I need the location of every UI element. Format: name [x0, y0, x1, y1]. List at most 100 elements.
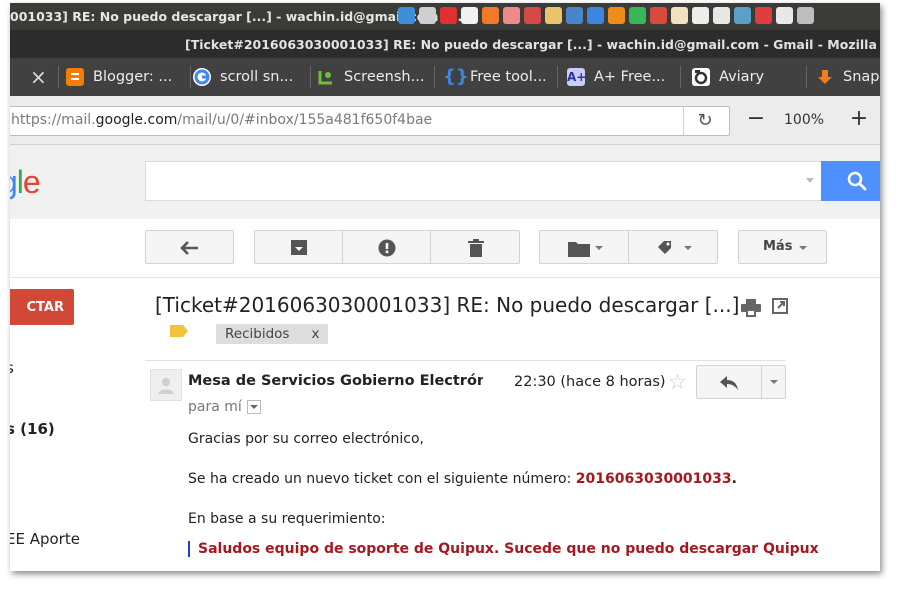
screenshot-frame: 001033] RE: No puedo descargar [...] - w… — [10, 3, 880, 571]
quoted-text: Saludos equipo de soporte de Quipux. Suc… — [188, 541, 819, 557]
reply-button[interactable] — [696, 365, 786, 399]
window-title-bar: [Ticket#2016063030001033] RE: No puedo d… — [10, 30, 880, 58]
tab-snap[interactable]: Snap — [816, 58, 879, 96]
aviary-icon — [692, 68, 710, 86]
url-text: https://mail.google.com/mail/u/0/#inbox/… — [11, 112, 433, 128]
app-icon-7[interactable] — [524, 7, 541, 24]
recipient: para mí — [188, 399, 242, 415]
body-requirement: En base a su requerimiento: — [188, 511, 386, 527]
app-icon-6[interactable] — [503, 7, 520, 24]
app-icon-13[interactable] — [650, 7, 667, 24]
app-icon-5[interactable] — [482, 7, 499, 24]
tab-scroll[interactable]: scroll sn... — [193, 58, 293, 96]
app-icon-10[interactable] — [587, 7, 604, 24]
app-icon-11[interactable] — [608, 7, 625, 24]
caret-down-icon — [595, 246, 603, 250]
trash-icon — [468, 239, 484, 257]
wifi-icon[interactable] — [776, 7, 793, 24]
tab-current[interactable]: × — [10, 58, 58, 96]
star-icon[interactable]: ☆ — [668, 370, 687, 394]
download-icon — [816, 68, 834, 86]
zoom-level[interactable]: 100% — [784, 112, 824, 128]
tab-label: scroll sn... — [220, 69, 294, 85]
tab-label: Free tool... — [470, 69, 547, 85]
sidebar-item-unread[interactable]: s (16) — [10, 420, 55, 438]
ticket-number: 2016063030001033 — [575, 471, 732, 487]
email-subject: [Ticket#2016063030001033] RE: No puedo d… — [155, 293, 740, 317]
tab-label: Snap — [843, 69, 880, 85]
reload-icon[interactable]: ↻ — [683, 107, 726, 135]
avatar[interactable] — [150, 369, 182, 401]
sender-name[interactable]: Mesa de Servicios Gobierno Electrónico — [188, 373, 483, 389]
volume-icon[interactable] — [797, 7, 814, 24]
app-icon-1[interactable] — [398, 7, 415, 24]
app-icon-9[interactable] — [566, 7, 583, 24]
body-greeting: Gracias por su correo electrónico, — [188, 431, 425, 447]
folder-icon — [568, 242, 590, 257]
app-icon-16[interactable] — [713, 7, 730, 24]
url-bar[interactable]: https://mail.google.com/mail/u/0/#inbox/… — [10, 106, 730, 136]
tab-aplus[interactable]: A+ A+ Free... — [567, 58, 665, 96]
search-options-caret[interactable] — [806, 178, 814, 183]
caret-down-icon — [799, 246, 807, 250]
more-button[interactable]: Más — [738, 230, 827, 264]
app-icon-12[interactable] — [629, 7, 646, 24]
google-icon — [193, 68, 211, 86]
report-spam-button[interactable] — [342, 230, 431, 264]
tab-blogger[interactable]: Blogger: ... — [66, 58, 172, 96]
back-to-inbox-button[interactable] — [145, 230, 234, 264]
archive-icon — [291, 240, 307, 255]
app-icon-17[interactable] — [734, 7, 751, 24]
app-icon-15[interactable] — [692, 7, 709, 24]
brackets-icon: {} — [443, 66, 469, 87]
labels-button[interactable] — [628, 230, 718, 264]
new-window-icon[interactable] — [772, 298, 788, 314]
tab-label: Aviary — [719, 69, 765, 85]
system-tray — [398, 7, 814, 27]
archive-button[interactable] — [254, 230, 343, 264]
tab-screenshot[interactable]: Screensh... — [317, 58, 424, 96]
reply-icon — [720, 376, 738, 390]
os-window-title: 001033] RE: No puedo descargar [...] - w… — [10, 9, 463, 24]
aplus-icon: A+ — [567, 68, 587, 86]
back-arrow-icon — [180, 241, 198, 255]
search-icon — [847, 171, 867, 191]
show-details-dropdown[interactable] — [247, 400, 261, 414]
window-title: [Ticket#2016063030001033] RE: No puedo d… — [185, 37, 880, 52]
remove-label-button[interactable]: x — [311, 326, 319, 342]
spam-icon — [378, 239, 396, 257]
sidebar-item-label[interactable]: EE Aporte — [10, 530, 80, 548]
zoom-out-button[interactable]: − — [745, 108, 767, 132]
label-tag-icon[interactable] — [170, 325, 188, 337]
app-icon-8[interactable] — [545, 7, 562, 24]
compose-button[interactable]: CTAR — [10, 289, 74, 325]
person-icon — [158, 378, 174, 394]
search-input[interactable] — [145, 161, 823, 201]
google-logo[interactable]: gle — [10, 164, 41, 201]
app-icon-4[interactable] — [461, 7, 478, 24]
zoom-in-button[interactable]: + — [848, 106, 870, 132]
search-button[interactable] — [821, 161, 880, 201]
tab-close-icon[interactable]: × — [30, 65, 47, 89]
tab-label: A+ Free... — [594, 69, 666, 85]
app-icon-18[interactable] — [755, 7, 772, 24]
navigation-bar: https://mail.google.com/mail/u/0/#inbox/… — [10, 96, 880, 145]
tab-free-tool[interactable]: {} Free tool... — [443, 58, 547, 96]
delete-button[interactable] — [430, 230, 520, 264]
more-actions-caret[interactable] — [770, 380, 778, 384]
message-time: 22:30 (hace 8 horas) — [514, 374, 666, 390]
gmail-header: gle — [10, 145, 880, 220]
os-top-panel: 001033] RE: No puedo descargar [...] - w… — [10, 3, 880, 30]
inbox-label-chip: Recibidos x — [216, 324, 329, 344]
app-icon-14[interactable] — [671, 7, 688, 24]
body-ticket-line: Se ha creado un nuevo ticket con el sigu… — [188, 471, 737, 487]
print-icon[interactable] — [741, 299, 761, 317]
sidebar-item-starred[interactable]: s — [10, 359, 14, 377]
move-to-button[interactable] — [539, 230, 628, 264]
tab-bar: × Blogger: ... scroll sn... Screensh... … — [10, 58, 880, 96]
tab-label: Blogger: ... — [93, 69, 173, 85]
tab-aviary[interactable]: Aviary — [692, 58, 764, 96]
app-icon-2[interactable] — [419, 7, 436, 24]
caret-down-icon — [684, 246, 692, 250]
app-icon-3[interactable] — [440, 7, 457, 24]
